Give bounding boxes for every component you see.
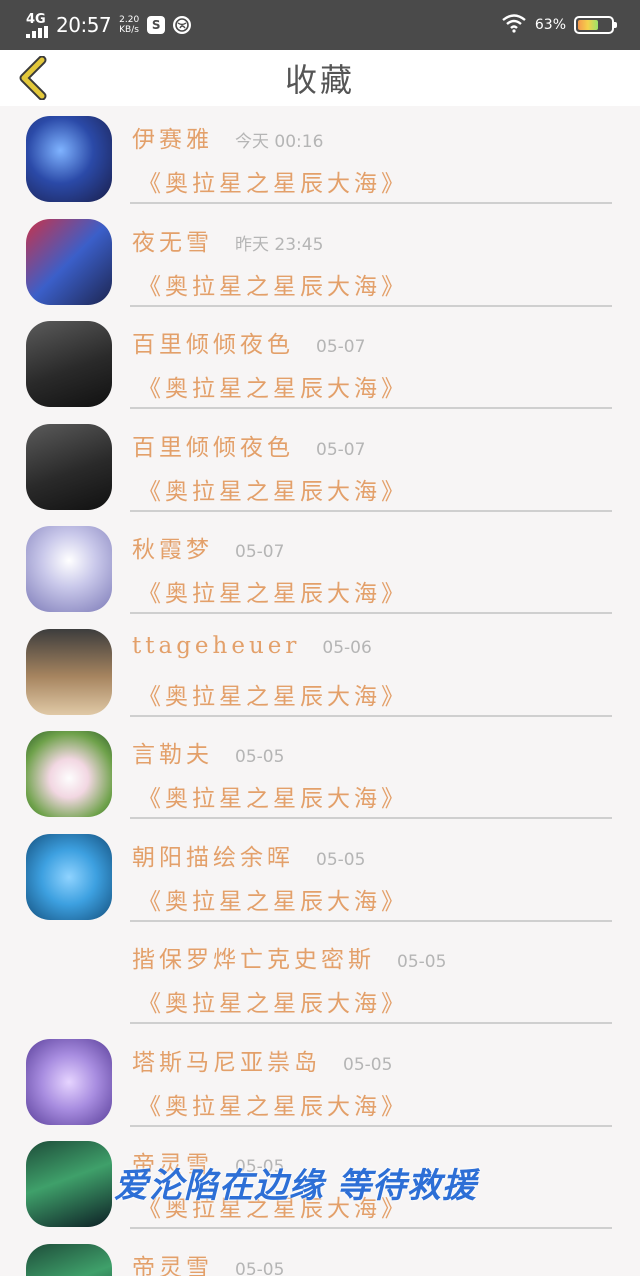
avatar[interactable] <box>26 218 112 305</box>
avatar[interactable] <box>26 423 112 510</box>
divider <box>130 919 612 922</box>
divider <box>130 714 612 717</box>
user-name[interactable]: 言勒夫 <box>132 735 213 769</box>
app-globe-icon <box>173 16 192 34</box>
user-name[interactable]: 百里倾倾夜色 <box>132 428 294 462</box>
overlay-caption: 爱沦陷在边缘 等待救援 <box>114 1166 477 1206</box>
name-line: 言勒夫 05-05 <box>132 735 284 769</box>
user-name[interactable]: 塔斯马尼亚祟岛 <box>132 1043 321 1077</box>
page-title: 收藏 <box>284 61 355 99</box>
user-name[interactable]: ttageheuer <box>132 633 300 659</box>
name-line: 朝阳描绘余晖 05-05 <box>132 838 365 872</box>
user-name[interactable]: 揩保罗烨亡克史密斯 <box>132 940 375 974</box>
list-item[interactable]: 言勒夫 05-05 《奥拉星之星辰大海》 <box>0 721 640 824</box>
timestamp: 05-05 <box>316 849 366 870</box>
avatar[interactable] <box>26 1243 112 1276</box>
list-item[interactable]: 朝阳描绘余晖 05-05 《奥拉星之星辰大海》 <box>0 824 640 927</box>
name-line: 百里倾倾夜色 05-07 <box>132 428 365 462</box>
divider <box>130 509 612 512</box>
name-line: 秋霞梦 05-07 <box>132 530 284 564</box>
list-item[interactable]: 秋霞梦 05-07 《奥拉星之星辰大海》 <box>0 516 640 619</box>
name-line: 夜无雪 昨天 23:45 <box>132 223 323 257</box>
network-speed: 2.20 KB/s <box>119 15 140 35</box>
avatar[interactable] <box>26 1141 112 1227</box>
name-line: 揩保罗烨亡克史密斯 05-05 <box>132 940 446 974</box>
book-title[interactable]: 《奥拉星之星辰大海》 <box>138 1087 408 1121</box>
avatar[interactable] <box>26 116 112 202</box>
divider <box>130 304 612 307</box>
list-item[interactable]: ttageheuer 05-06 《奥拉星之星辰大海》 <box>0 619 640 722</box>
battery-percent: 63% <box>534 17 566 33</box>
avatar[interactable] <box>26 833 112 920</box>
battery-icon <box>574 16 617 34</box>
book-title[interactable]: 《奥拉星之星辰大海》 <box>138 882 408 916</box>
avatar[interactable] <box>26 526 112 612</box>
user-name[interactable]: 帝灵雪 <box>132 1248 213 1276</box>
book-title[interactable]: 《奥拉星之星辰大海》 <box>138 472 408 506</box>
divider <box>130 817 612 819</box>
avatar[interactable] <box>26 321 112 407</box>
list-item[interactable]: 伊赛雅 今天 00:16 《奥拉星之星辰大海》 <box>0 106 640 209</box>
timestamp: 05-05 <box>397 952 447 972</box>
list-item[interactable]: 揩保罗烨亡克史密斯 05-05 《奥拉星之星辰大海》 <box>0 926 640 1029</box>
avatar[interactable] <box>26 936 112 1022</box>
book-title[interactable]: 《奥拉星之星辰大海》 <box>138 779 408 813</box>
divider <box>130 202 612 204</box>
name-line: 伊赛雅 今天 00:16 <box>132 120 323 154</box>
name-line: ttageheuer 05-06 <box>132 633 372 659</box>
timestamp: 05-07 <box>316 439 366 460</box>
timestamp: 昨天 23:45 <box>235 234 324 255</box>
divider <box>130 407 612 409</box>
divider <box>130 1124 612 1127</box>
name-line: 塔斯马尼亚祟岛 05-05 <box>132 1043 392 1077</box>
avatar[interactable] <box>26 731 112 817</box>
network-type: 4G <box>26 11 46 27</box>
user-name[interactable]: 朝阳描绘余晖 <box>132 838 294 872</box>
list-item[interactable]: 百里倾倾夜色 05-07 《奥拉星之星辰大海》 <box>0 414 640 517</box>
chevron-left-icon <box>19 55 47 101</box>
timestamp: 05-05 <box>235 1259 285 1276</box>
book-title[interactable]: 《奥拉星之星辰大海》 <box>138 267 408 301</box>
list-item[interactable]: 塔斯马尼亚祟岛 05-05 《奥拉星之星辰大海》 <box>0 1029 640 1132</box>
divider <box>130 1022 612 1024</box>
timestamp: 今天 00:16 <box>235 132 324 152</box>
book-title[interactable]: 《奥拉星之星辰大海》 <box>138 164 408 198</box>
status-bar: 4G 20:57 2.20 KB/s S 63% <box>0 0 640 50</box>
book-title[interactable]: 《奥拉星之星辰大海》 <box>138 369 408 403</box>
book-title[interactable]: 《奥拉星之星辰大海》 <box>138 574 408 608</box>
list-item[interactable]: 百里倾倾夜色 05-07 《奥拉星之星辰大海》 <box>0 311 640 414</box>
wifi-icon <box>501 13 527 37</box>
user-name[interactable]: 秋霞梦 <box>132 530 213 564</box>
signal-icon: 4G <box>26 13 48 38</box>
book-title[interactable]: 《奥拉星之星辰大海》 <box>138 984 408 1018</box>
avatar[interactable] <box>26 628 112 715</box>
list-item[interactable]: 帝灵雪 05-05 <box>0 1234 640 1276</box>
back-button[interactable] <box>16 55 52 101</box>
book-title[interactable]: 《奥拉星之星辰大海》 <box>138 677 408 711</box>
divider <box>130 612 612 614</box>
name-line: 百里倾倾夜色 05-07 <box>132 325 365 359</box>
app-header: 收藏 <box>0 50 640 106</box>
timestamp: 05-07 <box>235 542 285 562</box>
user-name[interactable]: 百里倾倾夜色 <box>132 325 294 359</box>
avatar[interactable] <box>26 1038 112 1125</box>
favorites-list: 伊赛雅 今天 00:16 《奥拉星之星辰大海》 夜无雪 昨天 23:45 《奥拉星之星辰大… <box>0 106 640 1276</box>
clock: 20:57 <box>56 13 112 37</box>
timestamp: 05-07 <box>316 337 366 357</box>
divider <box>130 1227 612 1229</box>
user-name[interactable]: 夜无雪 <box>132 223 213 257</box>
name-line: 帝灵雪 05-05 <box>132 1248 284 1276</box>
list-item[interactable]: 夜无雪 昨天 23:45 《奥拉星之星辰大海》 <box>0 209 640 312</box>
timestamp: 05-05 <box>235 747 285 767</box>
battery-fill <box>578 20 599 30</box>
timestamp: 05-05 <box>343 1054 393 1075</box>
app-s-icon: S <box>147 16 166 34</box>
timestamp: 05-06 <box>322 637 372 658</box>
user-name[interactable]: 伊赛雅 <box>132 120 213 154</box>
